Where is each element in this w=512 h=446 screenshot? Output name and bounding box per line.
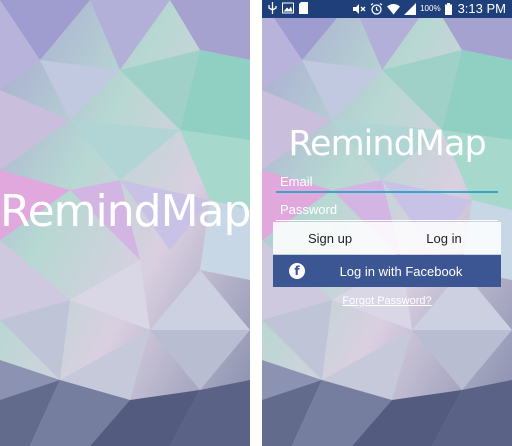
auth-buttons: Sign up Log in [273,222,501,254]
forgot-password-link[interactable]: Forgot Password? [262,295,512,307]
email-field-wrapper [276,171,498,193]
password-field-wrapper [276,199,498,221]
app-logo: RemindMap [288,124,486,164]
password-field[interactable] [276,199,498,219]
signal-icon [404,3,417,15]
usb-icon [268,2,277,14]
battery-icon [444,3,452,15]
email-field[interactable] [276,171,498,191]
password-underline [276,220,498,221]
battery-percent: 100% [420,4,441,13]
status-time: 3:13 PM [457,1,506,16]
login-button[interactable]: Log in [387,222,501,254]
facebook-login-button[interactable]: f Log in with Facebook [273,255,501,287]
splash-screen: RemindMap [0,0,250,446]
mute-icon [353,4,366,14]
alarm-icon [370,3,383,15]
email-underline [276,191,498,193]
status-bar: 100% 3:13 PM [262,0,512,18]
facebook-login-label: Log in with Facebook [339,263,463,279]
sd-card-icon [299,2,308,14]
facebook-icon: f [289,263,305,279]
image-icon [282,2,294,14]
app-logo: RemindMap [0,186,250,237]
login-screen: 100% 3:13 PM RemindMap Sign up Log in f … [262,0,512,446]
wifi-icon [387,4,401,15]
signup-button[interactable]: Sign up [273,222,387,254]
